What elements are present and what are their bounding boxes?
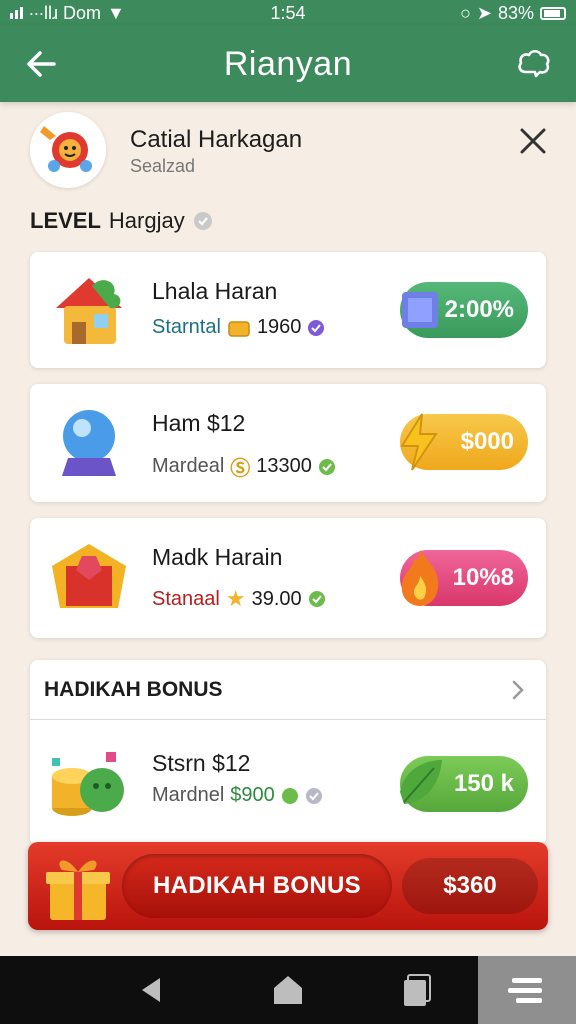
level-row: LEVEL Hargjay (30, 208, 213, 234)
offer-title: Ham $12 (152, 410, 246, 436)
menu-nav-button[interactable] (478, 956, 576, 1024)
check-badge-icon (305, 787, 322, 804)
gift-box-icon (46, 860, 110, 920)
menu-lines-icon (508, 978, 542, 1003)
page-title: Rianyan (223, 44, 353, 83)
house-icon (56, 278, 122, 344)
fire-icon (401, 550, 439, 606)
avatar (30, 112, 106, 188)
location-icon: ➤ (476, 2, 492, 23)
offer-sub-value: 39.00 (251, 587, 302, 610)
bonus-price-button[interactable]: $360 (402, 858, 538, 914)
mascot-icon (40, 126, 92, 172)
wifi-icon: ▼ (107, 2, 125, 23)
bonus-button[interactable]: HADIKAH BONUS (122, 854, 392, 918)
price-chip[interactable]: 150 k (400, 756, 528, 812)
offer-sub-label: Mardeal (152, 455, 225, 477)
price-label: 10%8 (452, 564, 514, 591)
offer-card[interactable]: Ham $12 Mardeal Ⓢ 13300 $000 (30, 384, 546, 502)
price-chip[interactable]: $000 (400, 413, 528, 471)
bonus-section-title: HADIKAH BONUS (44, 677, 223, 701)
offer-subrow: Stanaal ★ 39.00 (152, 586, 326, 612)
gift-box-icon (52, 544, 126, 608)
offer-sub-label: Starntal (152, 316, 221, 338)
back-arrow-icon[interactable] (20, 42, 64, 86)
crystal-ball-icon (62, 410, 116, 476)
chevron-right-icon (512, 680, 524, 700)
bonus-item-subrow: Mardnel $900 (152, 784, 323, 807)
lightning-icon (400, 413, 438, 471)
level-prefix: LEVEL (30, 208, 101, 233)
app-header: Rianyan (0, 26, 576, 102)
check-badge-icon (193, 212, 212, 230)
check-badge-icon (281, 787, 298, 804)
alarm-icon: ○ (460, 2, 471, 23)
offer-card[interactable]: Madk Harain Stanaal ★ 39.00 10%8 (30, 518, 546, 638)
chat-icon[interactable] (512, 42, 556, 86)
back-nav-icon[interactable] (132, 970, 172, 1010)
gem-icon (308, 319, 325, 336)
bonus-banner: HADIKAH BONUS $360 (28, 842, 548, 930)
coin-stack-icon (52, 752, 124, 816)
star-icon: ★ (225, 586, 246, 611)
check-badge-icon (308, 591, 325, 607)
bonus-section: HADIKAH BONUS Stsrn $12 Mardnel $900 150… (30, 660, 546, 846)
profile-header: Catial Harkagan Sealzad (30, 112, 550, 192)
offer-subrow: Starntal 1960 (152, 316, 325, 339)
price-label: $000 (460, 428, 514, 455)
bonus-item-sub-value: $900 (230, 784, 275, 806)
price-chip[interactable]: 10%8 (400, 550, 528, 606)
offer-sub-value: 13300 (256, 455, 312, 477)
status-bar: ∙∙∙llɹ Dom ▼ 1:54 ○ ➤ 83% (0, 0, 576, 26)
price-label: 2:00% (444, 296, 514, 323)
home-nav-icon[interactable] (268, 970, 308, 1010)
carrier-label: ∙∙∙llɹ Dom (29, 2, 101, 23)
gem-icon (402, 292, 438, 328)
level-name: Hargjay (108, 208, 185, 233)
bonus-item-title: Stsrn $12 (152, 750, 251, 776)
gold-bar-icon (228, 320, 250, 337)
offer-subrow: Mardeal Ⓢ 13300 (152, 452, 336, 481)
close-icon[interactable] (516, 124, 550, 158)
recents-nav-icon[interactable] (396, 970, 436, 1010)
price-label: 150 k (453, 770, 514, 797)
offer-sub-value: 1960 (256, 316, 302, 338)
system-nav-bar (0, 956, 576, 1024)
battery-icon (540, 6, 566, 20)
battery-label: 83% (497, 2, 534, 23)
price-chip[interactable]: 2:00% (400, 282, 528, 338)
check-badge-icon (318, 458, 335, 475)
profile-name: Catial Harkagan (130, 126, 303, 153)
gold-bar-icon: Ⓢ (230, 458, 251, 480)
offer-card[interactable]: Lhala Haran Starntal 1960 2:00% (30, 252, 546, 368)
profile-subtitle: Sealzad (130, 156, 196, 176)
signal-icon (10, 7, 23, 19)
offer-title: Madk Harain (152, 544, 283, 570)
bonus-item-sub-label: Mardnel (152, 784, 225, 806)
bonus-section-header[interactable]: HADIKAH BONUS (30, 660, 546, 720)
offer-title: Lhala Haran (152, 278, 278, 304)
offer-sub-label: Stanaal (152, 587, 220, 610)
leaf-icon (400, 760, 442, 804)
